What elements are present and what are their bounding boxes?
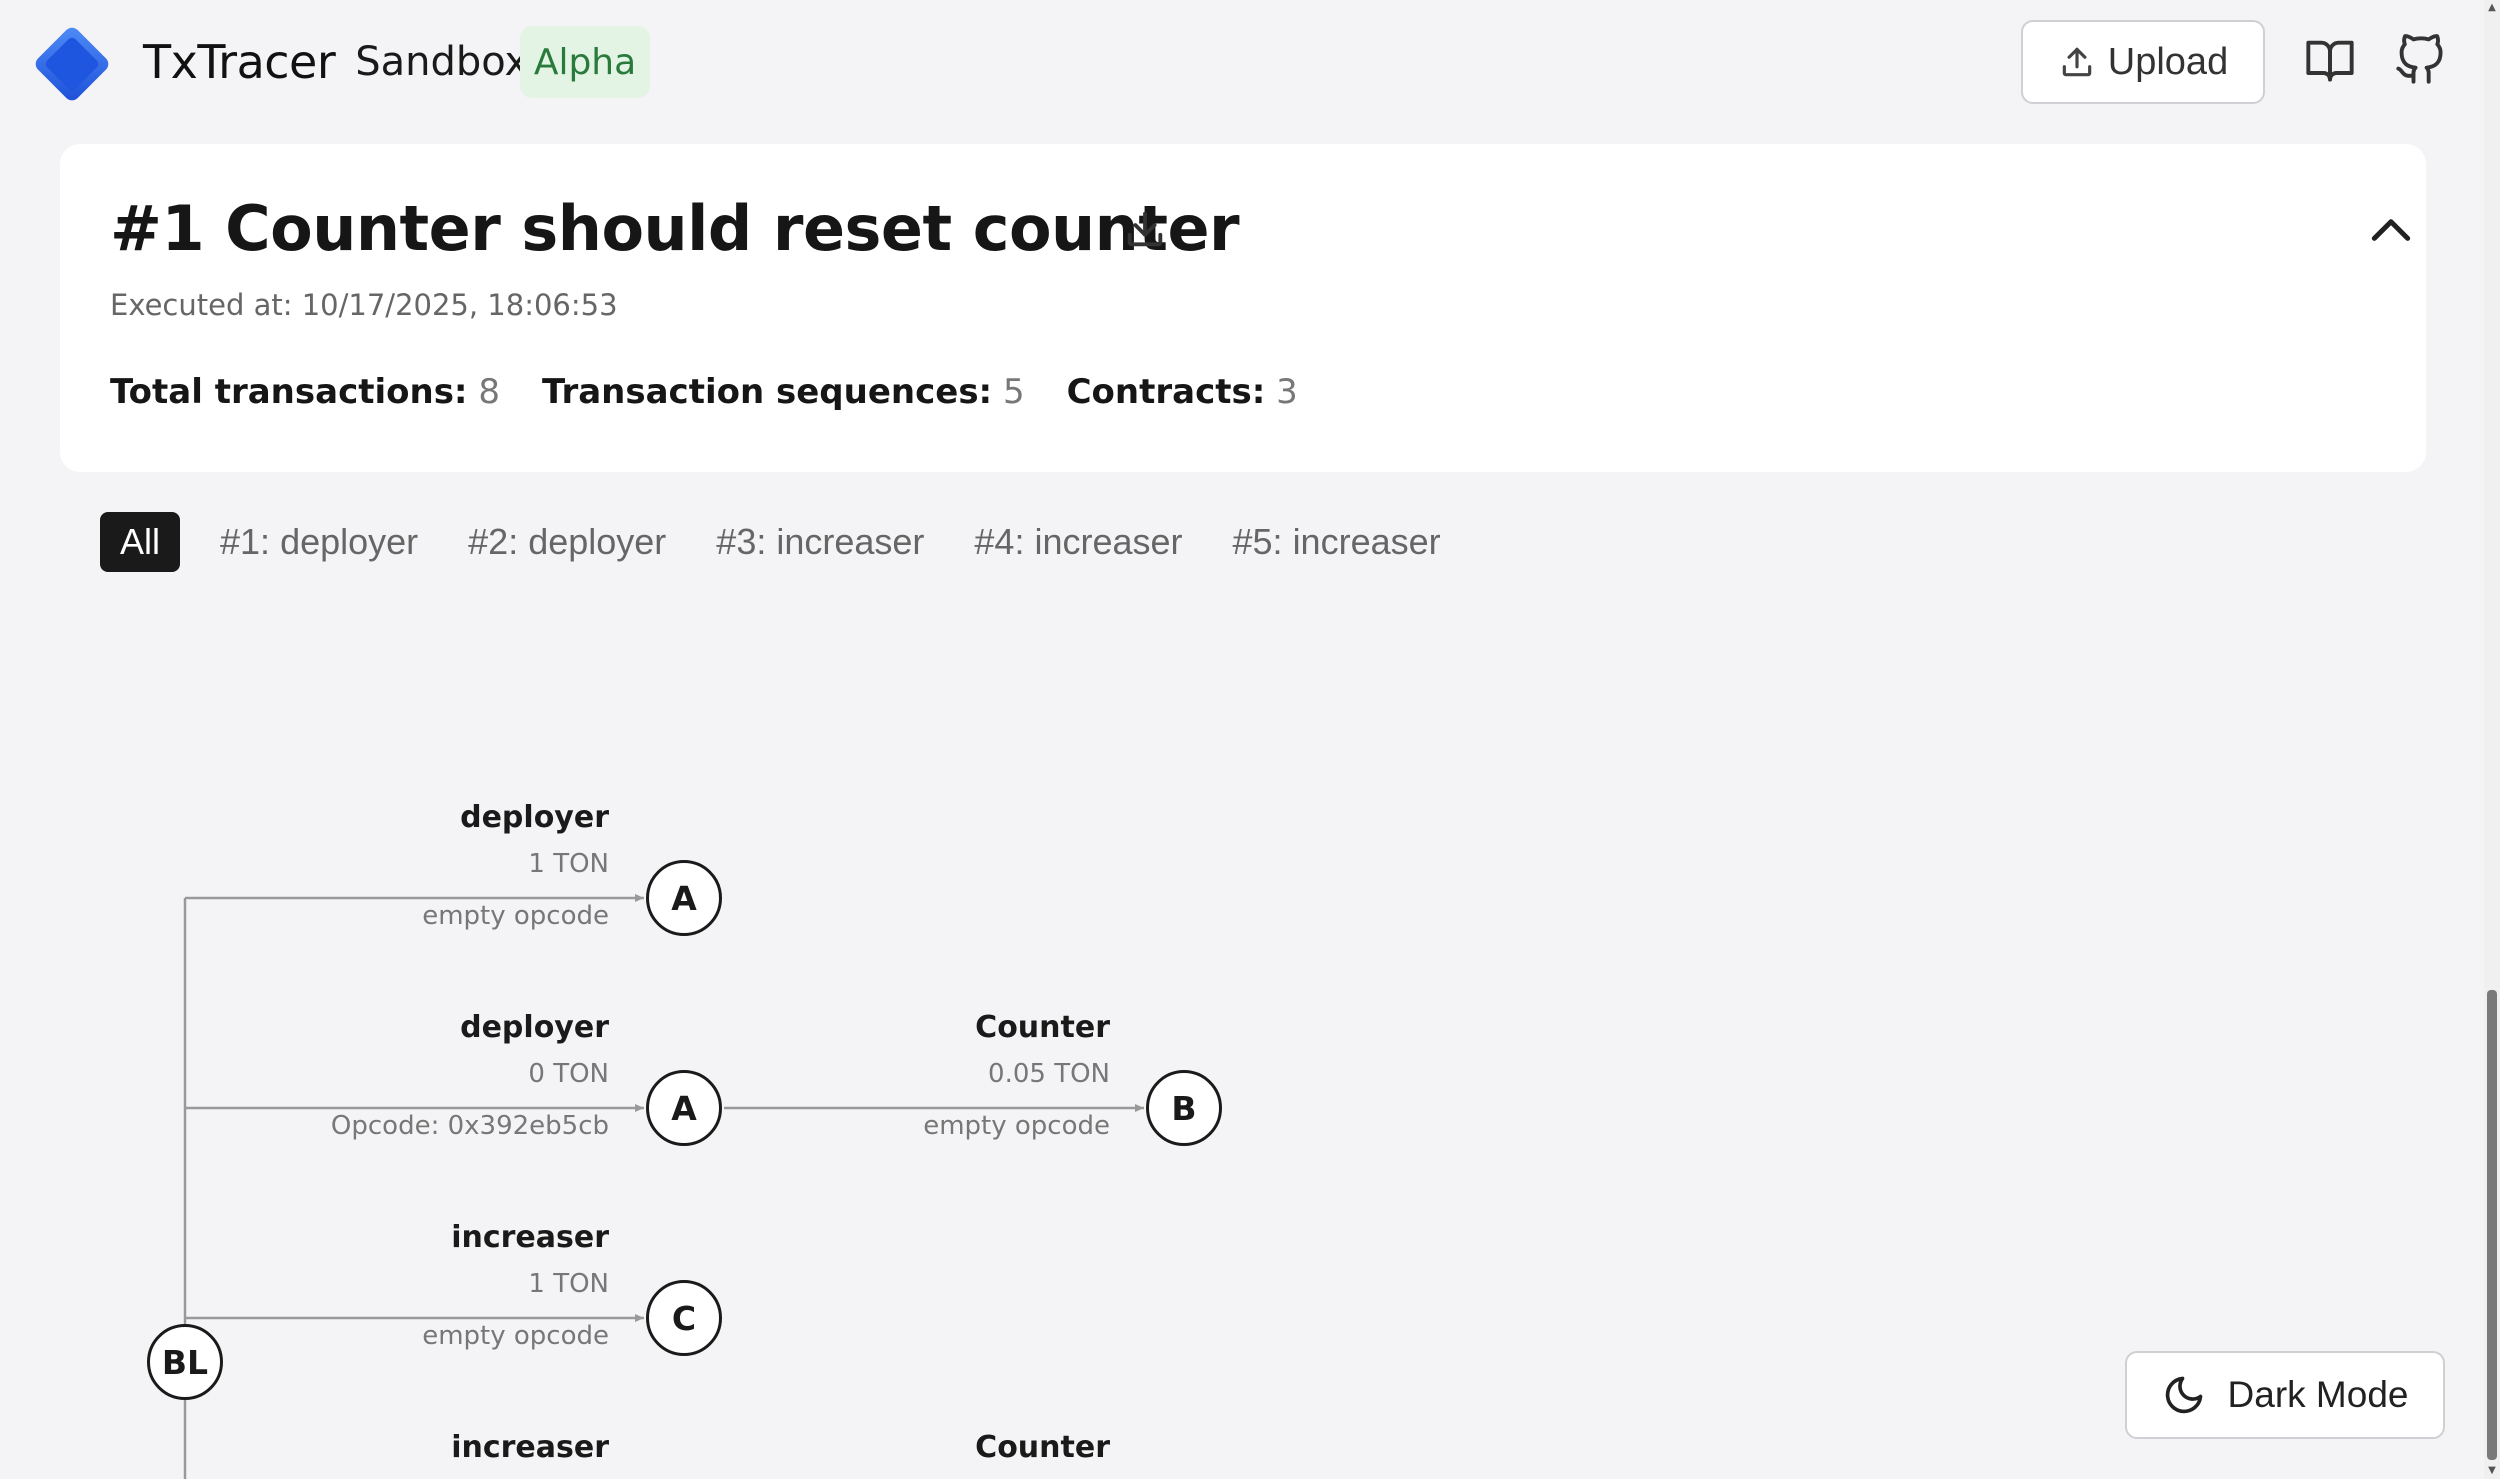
- edge-label-3: Counter 0.05 TON empty opcode: [923, 1010, 1110, 1141]
- edge-label-6: Counter: [975, 1430, 1110, 1465]
- tab-sequence-2[interactable]: #2: deployer: [458, 512, 676, 572]
- executed-at: Executed at: 10/17/2025, 18:06:53: [110, 288, 618, 322]
- github-icon[interactable]: [2392, 32, 2448, 88]
- tab-sequence-1[interactable]: #1: deployer: [210, 512, 428, 572]
- transaction-graph: deployer 1 TON empty opcode deployer 0 T…: [0, 600, 2480, 1479]
- stat-transaction-sequences: Transaction sequences: 5: [541, 372, 1025, 412]
- stat-total-transactions: Total transactions: 8: [110, 372, 500, 412]
- docs-book-icon[interactable]: [2302, 32, 2358, 88]
- edge-label-2: deployer 0 TON Opcode: 0x392eb5cb: [330, 1010, 609, 1141]
- tab-sequence-5[interactable]: #5: increaser: [1223, 512, 1451, 572]
- download-icon[interactable]: [1122, 206, 1168, 252]
- upload-button[interactable]: Upload: [2021, 20, 2265, 104]
- brand-name: TxTracer: [143, 35, 336, 89]
- dark-mode-label: Dark Mode: [2227, 1374, 2409, 1415]
- edge-label-5: increaser: [451, 1430, 609, 1465]
- test-title: #1 Counter should reset counter: [110, 192, 1240, 265]
- test-info-card: #1 Counter should reset counter Executed…: [60, 144, 2426, 472]
- scroll-up-arrow-icon[interactable]: ▲: [2486, 2, 2498, 14]
- brand[interactable]: TxTracer Sandbox: [143, 32, 528, 92]
- tab-all[interactable]: All: [100, 512, 181, 572]
- graph-node[interactable]: A: [646, 860, 722, 936]
- stat-contracts: Contracts: 3: [1066, 372, 1298, 412]
- graph-node[interactable]: B: [1146, 1070, 1222, 1146]
- brand-subtitle: Sandbox: [355, 39, 529, 85]
- chevron-up-icon[interactable]: [2366, 206, 2416, 250]
- graph-node[interactable]: C: [646, 1280, 722, 1356]
- edge-label-1: deployer 1 TON empty opcode: [422, 800, 609, 931]
- txtracer-logo-icon[interactable]: [30, 22, 114, 106]
- alpha-badge: Alpha: [520, 26, 650, 98]
- tab-sequence-4[interactable]: #4: increaser: [964, 512, 1192, 572]
- top-header: TxTracer Sandbox Alpha Upload: [0, 0, 2470, 124]
- upload-icon: [2062, 47, 2092, 77]
- graph-node[interactable]: A: [646, 1070, 722, 1146]
- dark-mode-button[interactable]: Dark Mode: [2125, 1351, 2445, 1439]
- edge-label-4: increaser 1 TON empty opcode: [422, 1220, 609, 1351]
- scroll-down-arrow-icon[interactable]: ▼: [2486, 1465, 2498, 1477]
- moon-icon: [2165, 1376, 2202, 1414]
- graph-node-root[interactable]: BL: [147, 1324, 223, 1400]
- page-scrollbar[interactable]: ▲ ▼: [2484, 0, 2500, 1479]
- stats-row: Total transactions: 8 Transaction sequen…: [110, 372, 1298, 412]
- sequence-tabs: All #1: deployer #2: deployer #3: increa…: [100, 512, 1451, 572]
- upload-label: Upload: [2107, 40, 2229, 83]
- tab-sequence-3[interactable]: #3: increaser: [706, 512, 934, 572]
- scrollbar-thumb[interactable]: [2487, 990, 2497, 1460]
